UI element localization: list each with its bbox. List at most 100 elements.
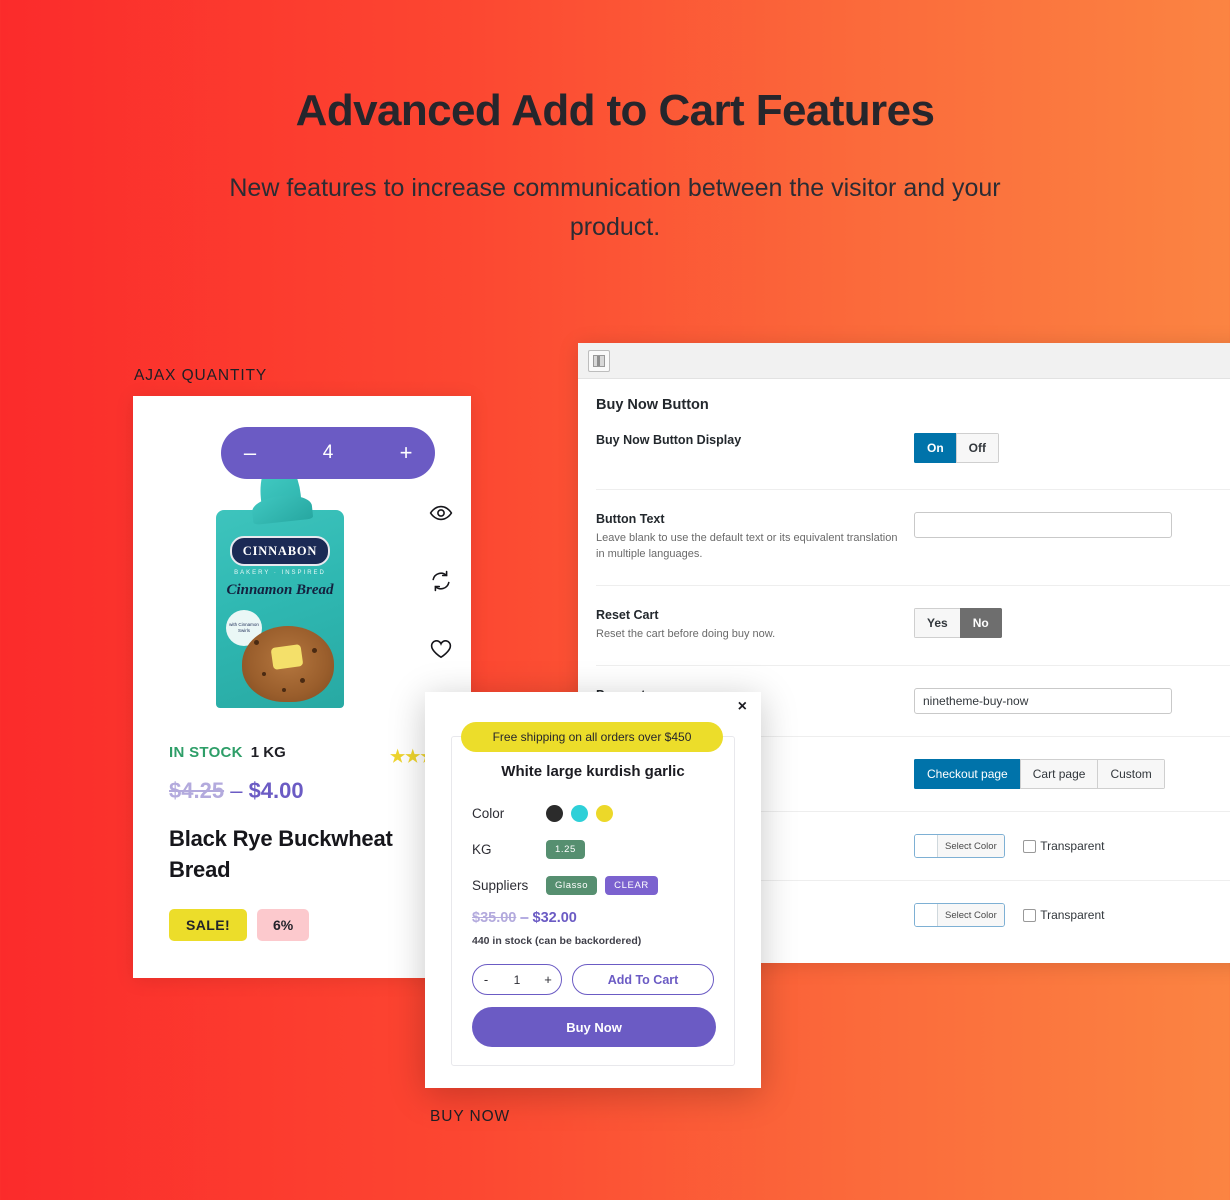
modal-price: $35.00 – $32.00: [472, 910, 714, 926]
brand-label: CINNABON: [230, 536, 330, 566]
bread-bag-illustration: CINNABON BAKERY · INSPIRED Cinnamon Brea…: [216, 456, 344, 708]
setting-description: Reset the cart before doing buy now.: [596, 628, 776, 641]
buy-now-button[interactable]: Buy Now: [472, 1007, 716, 1047]
modal-content: White large kurdish garlic Color KG 1.25…: [451, 736, 735, 1066]
color-swatch-cyan[interactable]: [571, 804, 588, 822]
variant-clear-button[interactable]: CLEAR: [605, 875, 658, 895]
modal-quantity-value: 1: [513, 972, 521, 987]
setting-label: Buy Now Button Display: [596, 433, 742, 447]
product-price: $4.25 – $4.00: [169, 778, 449, 804]
buy-now-display-toggle[interactable]: On Off: [914, 433, 999, 464]
setting-control: [914, 688, 1230, 714]
price-dash: –: [230, 778, 243, 803]
modal-price-current: $32.00: [532, 910, 577, 926]
price-original: $4.25: [169, 778, 225, 803]
quantity-increment-button[interactable]: +: [377, 440, 435, 466]
wishlist-icon[interactable]: [429, 637, 453, 661]
ajax-quantity-stepper[interactable]: – 4 +: [221, 427, 435, 479]
button-text-input[interactable]: [914, 512, 1172, 539]
product-action-icons: [429, 501, 453, 661]
select-color-label: Select Color: [937, 835, 1004, 858]
setting-description: Leave blank to use the default text or i…: [596, 532, 898, 561]
hero-section: Advanced Add to Cart Features New featur…: [0, 0, 1230, 247]
page-title: Advanced Add to Cart Features: [295, 86, 935, 135]
product-badges: SALE! 6%: [169, 909, 449, 942]
setting-control: Checkout page Cart page Custom: [914, 759, 1230, 790]
toggle-option-on[interactable]: On: [914, 433, 956, 464]
compare-icon[interactable]: [429, 569, 453, 593]
product-card: – 4 + CINNABON BAKERY · INSPIRED Cinnamo…: [133, 396, 471, 978]
modal-quantity-decrement[interactable]: -: [473, 972, 499, 987]
panel-layout-icon[interactable]: [588, 349, 610, 372]
modal-quantity-increment[interactable]: +: [535, 972, 561, 987]
variant-label: Color: [472, 805, 505, 821]
setting-label-wrap: Reset Cart Reset the cart before doing b…: [596, 608, 914, 643]
setting-control: Yes No: [914, 608, 1230, 639]
color-swatch-preview: [915, 835, 937, 858]
caption-ajax-quantity: AJAX QUANTITY: [134, 367, 268, 384]
modal-quantity-stepper[interactable]: - 1 +: [472, 964, 562, 995]
product-script-name: Cinnamon Bread: [226, 582, 334, 598]
variant-chip-glasso[interactable]: Glasso: [546, 875, 598, 895]
variant-row-color: Color: [472, 802, 714, 824]
variant-label: KG: [472, 841, 492, 857]
select-color-label: Select Color: [937, 904, 1004, 927]
quick-view-modal: × Free shipping on all orders over $450 …: [425, 692, 761, 1088]
quick-view-icon[interactable]: [429, 501, 453, 525]
discount-badge: 6%: [257, 909, 310, 942]
transparent-checkbox-1[interactable]: Transparent: [1023, 908, 1104, 922]
stock-and-weight: IN STOCK 1 KG ★★★★⯪: [169, 744, 467, 766]
quantity-decrement-button[interactable]: –: [221, 440, 279, 466]
modal-product-title: White large kurdish garlic: [501, 763, 685, 780]
setting-label-wrap: Button Text Leave blank to use the defau…: [596, 512, 914, 563]
setting-control: On Off: [914, 433, 1230, 464]
modal-price-original: $35.00: [472, 910, 517, 926]
setting-row-reset-cart: Reset Cart Reset the cart before doing b…: [596, 586, 1230, 666]
setting-row-buy-now-display: Buy Now Button Display On Off: [596, 413, 1230, 491]
variant-row-suppliers: Suppliers Glasso CLEAR: [472, 874, 714, 896]
close-icon[interactable]: ×: [738, 699, 747, 715]
quantity-value: 4: [322, 442, 334, 463]
add-to-cart-button[interactable]: Add To Cart: [572, 964, 714, 995]
reset-cart-toggle[interactable]: Yes No: [914, 608, 1002, 639]
product-weight: 1 KG: [250, 744, 286, 761]
modal-cart-row: - 1 + Add To Cart: [472, 964, 714, 995]
color-swatch-yellow[interactable]: [596, 804, 613, 822]
redirect-option-checkout[interactable]: Checkout page: [914, 759, 1020, 790]
modal-price-dash: –: [520, 910, 529, 926]
caption-buy-now: BUY NOW: [430, 1108, 511, 1125]
setting-label-wrap: Buy Now Button Display: [596, 433, 914, 447]
price-current: $4.00: [248, 778, 304, 803]
admin-section-title: Buy Now Button: [596, 397, 709, 413]
product-title[interactable]: Black Rye Buckwheat Bread: [169, 823, 449, 885]
setting-control: Select Color Transparent: [914, 834, 1230, 859]
page-subtitle: New features to increase communication b…: [229, 174, 1001, 242]
checkbox-box[interactable]: [1023, 839, 1037, 853]
free-shipping-banner: Free shipping on all orders over $450: [461, 722, 723, 752]
color-swatch-preview: [915, 904, 937, 927]
redirect-option-custom[interactable]: Custom: [1097, 759, 1165, 790]
color-swatch-black[interactable]: [546, 804, 563, 822]
variant-label: Suppliers: [472, 877, 529, 893]
color-picker-0[interactable]: Select Color: [914, 834, 1005, 859]
variant-chip-kg[interactable]: 1.25: [546, 839, 585, 859]
modal-stock-text: 440 in stock (can be backordered): [472, 935, 642, 947]
checkbox-box[interactable]: [1023, 908, 1037, 922]
setting-control: Select Color Transparent: [914, 903, 1230, 928]
checkbox-label: Transparent: [1040, 839, 1105, 854]
toggle-option-off[interactable]: Off: [955, 433, 999, 464]
color-swatch-group[interactable]: [546, 804, 613, 822]
product-info: IN STOCK 1 KG ★★★★⯪ $4.25 – $4.00 Black …: [169, 744, 467, 942]
toggle-option-yes[interactable]: Yes: [914, 608, 960, 639]
toggle-option-no[interactable]: No: [959, 608, 1002, 639]
checkbox-label: Transparent: [1040, 908, 1105, 923]
brand-tagline: BAKERY · INSPIRED: [234, 570, 326, 576]
color-picker-1[interactable]: Select Color: [914, 903, 1005, 928]
parameter-input[interactable]: [914, 688, 1172, 714]
setting-control: [914, 512, 1230, 539]
transparent-checkbox-0[interactable]: Transparent: [1023, 839, 1104, 853]
setting-label: Reset Cart: [596, 608, 659, 623]
redirect-option-cart[interactable]: Cart page: [1019, 759, 1098, 790]
redirect-to-options[interactable]: Checkout page Cart page Custom: [914, 759, 1165, 790]
setting-row-button-text: Button Text Leave blank to use the defau…: [596, 490, 1230, 587]
